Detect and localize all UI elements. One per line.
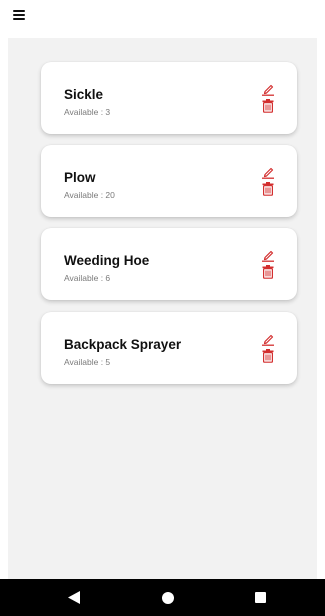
pencil-icon[interactable] [260, 332, 276, 346]
recents-square-icon[interactable] [255, 592, 266, 603]
back-triangle-icon[interactable] [67, 590, 81, 605]
trash-icon[interactable] [261, 99, 275, 113]
tool-card-backpack-sprayer[interactable]: Backpack Sprayer Available : 5 [41, 312, 297, 384]
pencil-icon[interactable] [260, 248, 276, 262]
system-navigation-bar [0, 579, 325, 616]
tool-card-sickle[interactable]: Sickle Available : 3 [41, 62, 297, 134]
tool-name: Weeding Hoe [64, 253, 150, 268]
hamburger-menu-icon[interactable] [10, 4, 34, 26]
trash-icon[interactable] [261, 265, 275, 279]
pencil-icon[interactable] [260, 82, 276, 96]
tool-name: Sickle [64, 87, 104, 102]
tool-availability: Available : 3 [64, 107, 111, 117]
tool-availability: Available : 5 [64, 357, 111, 367]
tool-availability: Available : 6 [64, 273, 111, 283]
tool-availability: Available : 20 [64, 190, 115, 200]
trash-icon[interactable] [261, 349, 275, 363]
tool-card-weeding-hoe[interactable]: Weeding Hoe Available : 6 [41, 228, 297, 300]
pencil-icon[interactable] [260, 165, 276, 179]
trash-icon[interactable] [261, 182, 275, 196]
home-circle-icon[interactable] [162, 592, 174, 604]
tool-card-plow[interactable]: Plow Available : 20 [41, 145, 297, 217]
tool-name: Plow [64, 170, 96, 185]
app-bar [0, 0, 325, 38]
tool-list: Sickle Available : 3 Plow Available : 20 [8, 38, 317, 579]
tool-name: Backpack Sprayer [64, 337, 182, 352]
